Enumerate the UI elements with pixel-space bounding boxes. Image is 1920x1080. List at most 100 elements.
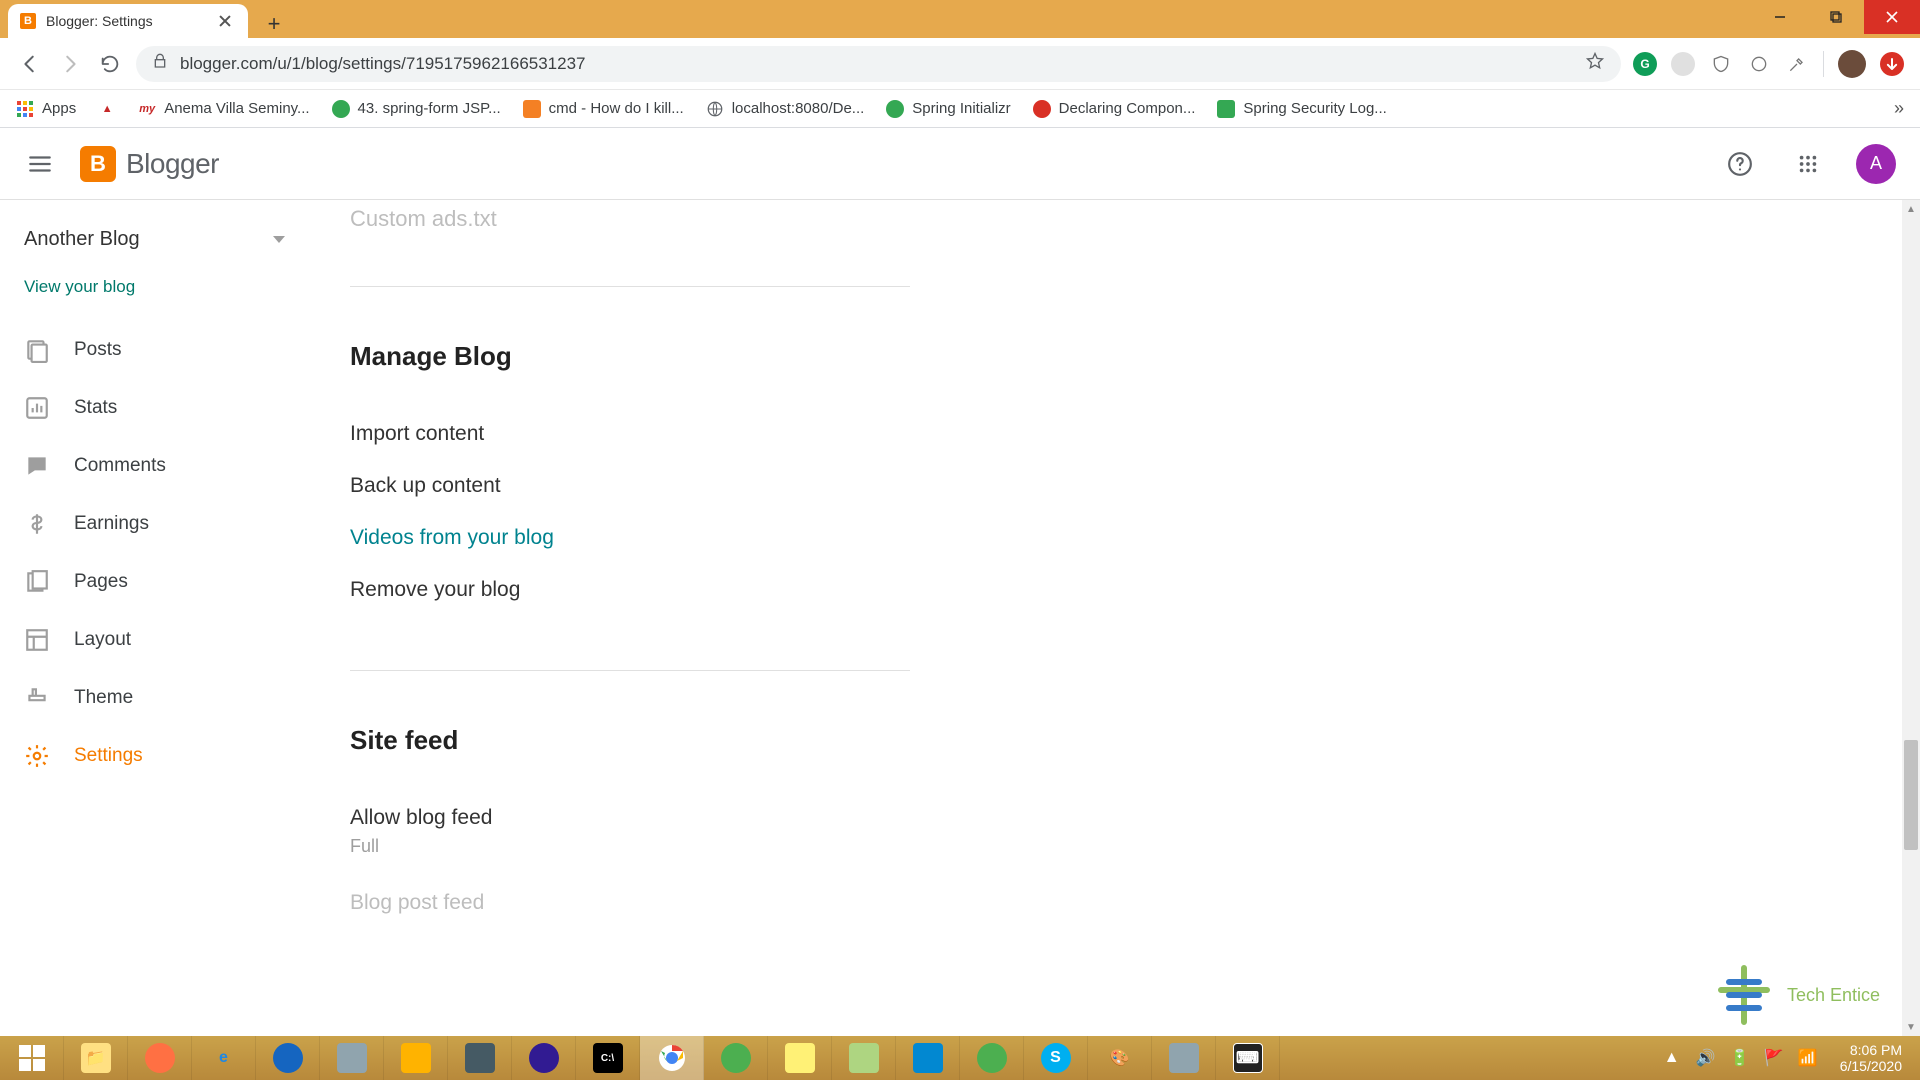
videos-from-blog-link[interactable]: Videos from your blog: [350, 512, 1880, 564]
maximize-window-button[interactable]: [1808, 0, 1864, 34]
bookmark-star-button[interactable]: [1585, 51, 1605, 76]
notes-taskbar-button[interactable]: [768, 1036, 832, 1080]
grammarly-extension-icon[interactable]: G: [1633, 52, 1657, 76]
apps-grid-icon: [16, 100, 34, 118]
app-taskbar-button[interactable]: [384, 1036, 448, 1080]
start-button[interactable]: [0, 1036, 64, 1080]
sidebar-item-theme[interactable]: Theme: [0, 669, 309, 727]
blog-post-feed-row[interactable]: Blog post feed: [350, 877, 1880, 929]
terminal-taskbar-button[interactable]: C:\: [576, 1036, 640, 1080]
more-bookmarks-button[interactable]: »: [1894, 98, 1904, 119]
settings-gear-icon: [24, 743, 50, 769]
account-avatar[interactable]: A: [1856, 144, 1896, 184]
new-tab-button[interactable]: +: [260, 10, 288, 38]
maximize-icon: [1829, 10, 1843, 24]
update-badge-icon[interactable]: [1880, 52, 1904, 76]
chrome-taskbar-button[interactable]: [640, 1036, 704, 1080]
reload-button[interactable]: [96, 50, 124, 78]
app-taskbar-button[interactable]: [320, 1036, 384, 1080]
backup-content-button[interactable]: Back up content: [350, 460, 1880, 512]
scrollbar[interactable]: ▲ ▼: [1902, 200, 1920, 1036]
bookmark-label: 43. spring-form JSP...: [358, 100, 501, 117]
firefox-icon: [145, 1043, 175, 1073]
close-tab-icon[interactable]: [218, 14, 232, 28]
firefox-taskbar-button[interactable]: [128, 1036, 192, 1080]
bookmark-item[interactable]: Declaring Compon...: [1033, 100, 1196, 118]
thunderbird-icon: [273, 1043, 303, 1073]
browser-tab[interactable]: B Blogger: Settings: [8, 4, 248, 38]
bookmark-item[interactable]: 43. spring-form JSP...: [332, 100, 501, 118]
browser-tab-strip: B Blogger: Settings +: [8, 4, 288, 38]
blogger-logo[interactable]: B Blogger: [80, 146, 219, 182]
flag-tray-icon[interactable]: 🚩: [1764, 1048, 1784, 1068]
sidebar-item-stats[interactable]: Stats: [0, 379, 309, 437]
google-apps-button[interactable]: [1788, 144, 1828, 184]
import-content-button[interactable]: Import content: [350, 408, 1880, 460]
menu-button[interactable]: [20, 144, 60, 184]
minimize-window-button[interactable]: [1752, 0, 1808, 34]
vscode-taskbar-button[interactable]: [896, 1036, 960, 1080]
bookmark-item[interactable]: Spring Initializr: [886, 100, 1010, 118]
watermark-text: Tech Entice: [1787, 985, 1880, 1006]
sidebar-item-earnings[interactable]: Earnings: [0, 495, 309, 553]
shield-extension-icon[interactable]: [1709, 52, 1733, 76]
pages-icon: [24, 569, 50, 595]
skype-taskbar-button[interactable]: S: [1024, 1036, 1088, 1080]
section-divider: [350, 286, 910, 287]
scroll-thumb[interactable]: [1904, 740, 1918, 850]
thunderbird-taskbar-button[interactable]: [256, 1036, 320, 1080]
reload-icon: [99, 53, 121, 75]
sidebar-item-layout[interactable]: Layout: [0, 611, 309, 669]
address-bar[interactable]: blogger.com/u/1/blog/settings/7195175962…: [136, 46, 1621, 82]
paint-icon: 🎨: [1105, 1043, 1135, 1073]
apps-button[interactable]: Apps: [16, 100, 76, 118]
back-button[interactable]: [16, 50, 44, 78]
spring-taskbar-button[interactable]: [704, 1036, 768, 1080]
circle-extension-icon[interactable]: [1747, 52, 1771, 76]
file-explorer-taskbar-button[interactable]: 📁: [64, 1036, 128, 1080]
bookmark-item[interactable]: ▲: [98, 100, 116, 118]
notepadpp-taskbar-button[interactable]: [832, 1036, 896, 1080]
help-button[interactable]: [1720, 144, 1760, 184]
remove-blog-button[interactable]: Remove your blog: [350, 564, 1880, 616]
blog-selector[interactable]: Another Blog: [0, 218, 309, 261]
paint-taskbar-button[interactable]: 🎨: [1088, 1036, 1152, 1080]
bookmark-item[interactable]: localhost:8080/De...: [706, 100, 865, 118]
toolbar-actions: G: [1633, 50, 1904, 78]
ie-taskbar-button[interactable]: e: [192, 1036, 256, 1080]
spring-tool-taskbar-button[interactable]: [960, 1036, 1024, 1080]
eyedropper-extension-icon[interactable]: [1785, 52, 1809, 76]
profile-avatar[interactable]: [1838, 50, 1866, 78]
close-window-button[interactable]: [1864, 0, 1920, 34]
sidebar-item-comments[interactable]: Comments: [0, 437, 309, 495]
allow-blog-feed-row[interactable]: Allow blog feed Full: [350, 792, 1880, 859]
terminal-icon: C:\: [593, 1043, 623, 1073]
prev-section-tail: Custom ads.txt: [350, 200, 1880, 232]
sidebar-item-settings[interactable]: Settings: [0, 727, 309, 785]
osk-taskbar-button[interactable]: ⌨: [1216, 1036, 1280, 1080]
network-icon[interactable]: 📶: [1798, 1048, 1818, 1068]
extension-icon-2[interactable]: [1671, 52, 1695, 76]
bookmark-item[interactable]: my Anema Villa Seminy...: [138, 100, 309, 118]
taskbar-clock[interactable]: 8:06 PM 6/15/2020: [1832, 1042, 1910, 1074]
scroll-down-icon[interactable]: ▼: [1902, 1018, 1920, 1036]
theme-icon: [24, 685, 50, 711]
eclipse-taskbar-button[interactable]: [512, 1036, 576, 1080]
app-taskbar-button[interactable]: [448, 1036, 512, 1080]
sidebar-nav: Posts Stats Comments Earnings Pages Layo…: [0, 321, 309, 785]
volume-icon[interactable]: 🔊: [1696, 1048, 1716, 1068]
comments-icon: [24, 453, 50, 479]
sidebar-item-pages[interactable]: Pages: [0, 553, 309, 611]
battery-icon[interactable]: 🔋: [1730, 1048, 1750, 1068]
posts-icon: [24, 337, 50, 363]
bookmark-item[interactable]: cmd - How do I kill...: [523, 100, 684, 118]
forward-button[interactable]: [56, 50, 84, 78]
app-taskbar-button[interactable]: [1152, 1036, 1216, 1080]
tray-chevron-up-icon[interactable]: ▲: [1662, 1048, 1682, 1068]
scroll-up-icon[interactable]: ▲: [1902, 200, 1920, 218]
sidebar-item-posts[interactable]: Posts: [0, 321, 309, 379]
generic-app-icon: [401, 1043, 431, 1073]
star-icon: [1585, 51, 1605, 71]
view-blog-link[interactable]: View your blog: [0, 261, 309, 321]
bookmark-item[interactable]: Spring Security Log...: [1217, 100, 1386, 118]
